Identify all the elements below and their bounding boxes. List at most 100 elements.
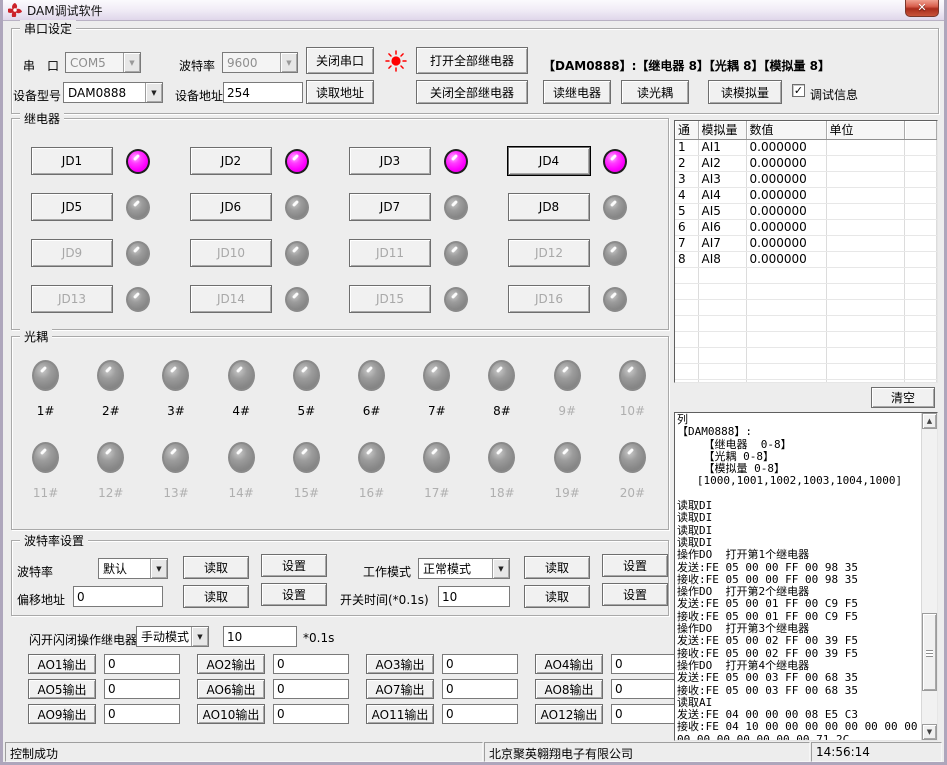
flash-mode-select[interactable]: 手动模式 ▼ (136, 626, 209, 647)
offset-read-button[interactable]: 读取 (183, 585, 249, 608)
baud-setting-value: 默认 (103, 560, 127, 577)
ao-button-ao3[interactable]: AO3输出 (366, 654, 434, 674)
chevron-down-icon: ▼ (492, 559, 509, 578)
read-opto-button[interactable]: 读光耦 (621, 80, 689, 104)
status-time: 14:56:14 (811, 742, 942, 762)
offset-set-button[interactable]: 设置 (261, 583, 327, 606)
relay-led-off (126, 287, 150, 312)
clear-log-button[interactable]: 清空 (871, 387, 935, 408)
offset-addr-input[interactable] (73, 586, 163, 607)
ao-input[interactable] (442, 679, 518, 699)
table-header: 模拟量 (698, 121, 746, 139)
workmode-select[interactable]: 正常模式 ▼ (418, 558, 510, 579)
close-all-relays-button[interactable]: 关闭全部继电器 (416, 80, 528, 104)
table-cell (675, 379, 698, 383)
ao-button-ao11[interactable]: AO11输出 (366, 704, 434, 724)
table-row[interactable]: 2AI20.000000 (675, 155, 937, 171)
ao-button-ao10[interactable]: AO10输出 (197, 704, 265, 724)
serial-group-title: 串口设定 (20, 20, 76, 37)
ao-button-ao8[interactable]: AO8输出 (535, 679, 603, 699)
flash-unit-label: *0.1s (303, 631, 334, 645)
opto-label: 3# (167, 404, 185, 418)
ao-input[interactable] (104, 704, 180, 724)
relay-button-jd5[interactable]: JD5 (31, 193, 113, 221)
table-cell (746, 315, 826, 331)
read-relay-button[interactable]: 读继电器 (543, 80, 611, 104)
table-cell (675, 315, 698, 331)
scroll-up-icon[interactable]: ▲ (922, 413, 937, 429)
workmode-read-button[interactable]: 读取 (524, 556, 590, 579)
close-port-button[interactable]: 关闭串口 (306, 47, 374, 74)
model-select[interactable]: DAM0888 ▼ (63, 82, 163, 103)
read-addr-button[interactable]: 读取地址 (306, 80, 374, 104)
table-row[interactable]: 5AI50.000000 (675, 203, 937, 219)
open-all-relays-button[interactable]: 打开全部继电器 (416, 47, 528, 74)
relay-button-jd1[interactable]: JD1 (31, 147, 113, 175)
opto-led-off (358, 360, 385, 391)
switchtime-set-button[interactable]: 设置 (602, 583, 668, 606)
switchtime-read-button[interactable]: 读取 (524, 585, 590, 608)
serial-status-led (385, 50, 407, 72)
ao-button-ao6[interactable]: AO6输出 (197, 679, 265, 699)
device-info-label: 【DAM0888】:【继电器 8】【光耦 8】【模拟量 8】 (543, 57, 830, 74)
log-scrollbar[interactable]: ▲ ▼ (921, 413, 937, 740)
table-row[interactable]: 8AI80.000000 (675, 251, 937, 267)
table-row[interactable]: 1AI10.000000 (675, 139, 937, 155)
ao-button-ao1[interactable]: AO1输出 (28, 654, 96, 674)
offset-addr-label: 偏移地址 (17, 591, 65, 608)
opto-item: 13# (143, 434, 208, 516)
opto-led-off (162, 442, 189, 473)
ao-input[interactable] (273, 704, 349, 724)
table-cell: 0.000000 (746, 235, 826, 251)
baud-read-button[interactable]: 读取 (183, 556, 249, 579)
ao-input[interactable] (442, 654, 518, 674)
baud-set-button[interactable]: 设置 (261, 554, 327, 577)
relay-cell: JD12 (508, 230, 667, 276)
relay-led-on (444, 149, 468, 174)
table-row[interactable]: 7AI70.000000 (675, 235, 937, 251)
opto-led-off (228, 442, 255, 473)
relay-button-jd3[interactable]: JD3 (349, 147, 431, 175)
opto-label: 6# (363, 404, 381, 418)
ao-input[interactable] (104, 679, 180, 699)
relay-led-off (285, 287, 309, 312)
relay-button-jd2[interactable]: JD2 (190, 147, 272, 175)
debug-info-checkbox[interactable]: ✓ (792, 84, 805, 97)
ao-button-ao4[interactable]: AO4输出 (535, 654, 603, 674)
relay-led-off (444, 195, 468, 220)
device-addr-input[interactable] (223, 82, 303, 103)
baud-setting-select[interactable]: 默认 ▼ (98, 558, 168, 579)
close-button[interactable]: ✕ (905, 0, 939, 17)
read-analog-button[interactable]: 读模拟量 (708, 80, 782, 104)
relay-button-jd7[interactable]: JD7 (349, 193, 431, 221)
opto-label: 10# (620, 404, 645, 418)
ao-input[interactable] (442, 704, 518, 724)
table-row[interactable]: 4AI40.000000 (675, 187, 937, 203)
relay-button-jd8[interactable]: JD8 (508, 193, 590, 221)
ao-input[interactable] (273, 654, 349, 674)
ao-button-ao5[interactable]: AO5输出 (28, 679, 96, 699)
table-cell: 1 (675, 139, 698, 155)
flash-time-input[interactable] (223, 626, 297, 647)
opto-item: 20# (600, 434, 665, 516)
relay-led-off (603, 287, 627, 312)
switchtime-input[interactable] (438, 586, 510, 607)
opto-led-off (488, 442, 515, 473)
relay-button-jd4[interactable]: JD4 (508, 147, 590, 175)
opto-label: 5# (298, 404, 316, 418)
ao-button-ao12[interactable]: AO12输出 (535, 704, 603, 724)
ao-button-ao7[interactable]: AO7输出 (366, 679, 434, 699)
relay-button-jd6[interactable]: JD6 (190, 193, 272, 221)
scrollbar-thumb[interactable] (922, 613, 937, 691)
scroll-down-icon[interactable]: ▼ (922, 724, 937, 740)
opto-item: 15# (274, 434, 339, 516)
table-cell (746, 347, 826, 363)
workmode-set-button[interactable]: 设置 (602, 554, 668, 577)
ao-button-ao2[interactable]: AO2输出 (197, 654, 265, 674)
table-row[interactable]: 3AI30.000000 (675, 171, 937, 187)
ao-button-ao9[interactable]: AO9输出 (28, 704, 96, 724)
ao-input[interactable] (104, 654, 180, 674)
log-box: 列 【DAM0888】: 【继电器 0-8】 【光耦 0-8】 【模拟量 0-8… (674, 412, 938, 741)
ao-input[interactable] (273, 679, 349, 699)
table-row[interactable]: 6AI60.000000 (675, 219, 937, 235)
